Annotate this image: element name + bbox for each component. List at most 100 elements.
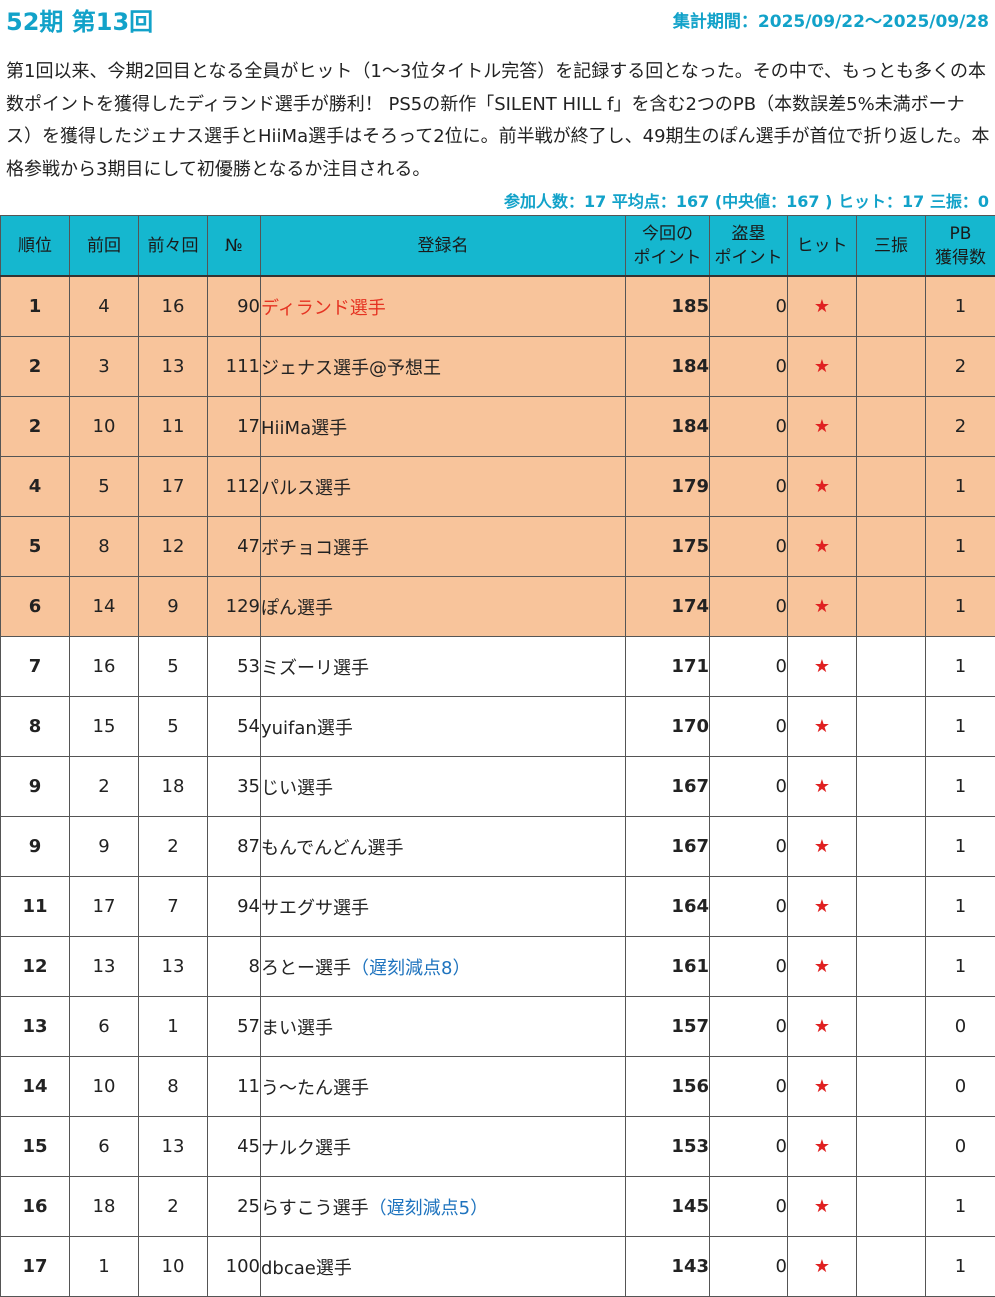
player-name-cell: HiiMa選手 [260,396,626,457]
points-cell: 174 [625,576,710,637]
prev-rank-cell: 14 [69,576,139,637]
entry-no-cell: 35 [207,756,261,817]
steal-points-cell: 0 [709,516,788,577]
player-name: ミズーリ選手 [261,657,370,679]
table-row: 14 10 8 11 う〜たん選手 156 0 ★ 0 [0,1056,995,1117]
entry-no-cell: 90 [207,275,261,337]
pb-count-cell: 2 [925,336,995,397]
player-name: パルス選手 [261,477,352,499]
table-row: 4 5 17 112 パルス選手 179 0 ★ 1 [0,456,995,517]
rank-cell: 9 [0,756,70,817]
steal-points-cell: 0 [709,816,788,877]
prev-rank-cell: 15 [69,696,139,757]
round-summary: 第1回以来、今期2回目となる全員がヒット（1〜3位タイトル完答）を記録する回とな… [6,61,990,180]
points-cell: 175 [625,516,710,577]
player-name-cell: dbcae選手 [260,1236,626,1297]
hit-star-icon: ★ [813,776,831,797]
entry-no-cell: 129 [207,576,261,637]
hit-star-icon: ★ [813,296,831,317]
rank-cell: 13 [0,996,70,1057]
prev-rank-cell: 8 [69,516,139,577]
col-steal-line1: 盗塁 [731,223,766,244]
points-cell: 145 [625,1176,710,1237]
steal-points-cell: 0 [709,696,788,757]
points-cell: 156 [625,1056,710,1117]
hit-cell: ★ [787,396,857,457]
steal-points-cell: 0 [709,756,788,817]
points-cell: 179 [625,456,710,517]
prev-rank-cell: 5 [69,456,139,517]
hit-star-icon: ★ [813,356,831,377]
strikeout-cell [856,576,926,637]
hit-cell: ★ [787,636,857,697]
table-row: 2 10 11 17 HiiMa選手 184 0 ★ 2 [0,396,995,457]
pb-count-cell: 1 [925,1236,995,1297]
hit-star-icon: ★ [813,656,831,677]
hit-star-icon: ★ [813,1256,831,1277]
player-name: ジェナス選手@予想王 [261,357,442,379]
entry-no-cell: 45 [207,1116,261,1177]
points-cell: 143 [625,1236,710,1297]
steal-points-cell: 0 [709,336,788,397]
prev2-rank-cell: 10 [138,1236,208,1297]
table-header-row: 順位 前回 前々回 № 登録名 今回の ポイント 盗塁 ポイント ヒット 三振 PB… [0,215,995,277]
steal-points-cell: 0 [709,1176,788,1237]
col-pb-line1: PB [949,223,972,244]
entry-no-cell: 94 [207,876,261,937]
pb-count-cell: 2 [925,396,995,457]
hit-cell: ★ [787,576,857,637]
hit-cell: ★ [787,876,857,937]
prev-rank-cell: 2 [69,756,139,817]
prev-rank-cell: 10 [69,1056,139,1117]
prev-rank-cell: 4 [69,275,139,337]
strikeout-cell [856,336,926,397]
strikeout-cell [856,1056,926,1117]
player-name: まい選手 [261,1017,334,1039]
pb-count-cell: 1 [925,576,995,637]
steal-points-cell: 0 [709,636,788,697]
rank-cell: 9 [0,816,70,877]
prev-rank-cell: 6 [69,996,139,1057]
col-points-line1: 今回の [642,223,693,244]
hit-star-icon: ★ [813,956,831,977]
entry-no-cell: 57 [207,996,261,1057]
player-name-cell: う〜たん選手 [260,1056,626,1117]
hit-cell: ★ [787,336,857,397]
points-cell: 157 [625,996,710,1057]
entry-no-cell: 47 [207,516,261,577]
strikeout-cell [856,936,926,997]
hit-star-icon: ★ [813,596,831,617]
steal-points-cell: 0 [709,1116,788,1177]
entry-no-cell: 100 [207,1236,261,1297]
table-row: 16 18 2 25 らすこう選手（遅刻減点5） 145 0 ★ 1 [0,1176,995,1237]
strikeout-cell [856,636,926,697]
steal-points-cell: 0 [709,576,788,637]
prev2-rank-cell: 2 [138,1176,208,1237]
player-name: もんでんどん選手 [261,837,404,859]
prev2-rank-cell: 13 [138,1116,208,1177]
hit-star-icon: ★ [813,1196,831,1217]
hit-cell: ★ [787,816,857,877]
player-name-cell: パルス選手 [260,456,626,517]
hit-cell: ★ [787,516,857,577]
rank-cell: 16 [0,1176,70,1237]
hit-cell: ★ [787,996,857,1057]
player-name-cell: らすこう選手（遅刻減点5） [260,1176,626,1237]
late-penalty-note: （遅刻減点5） [368,1197,489,1219]
hit-cell: ★ [787,275,857,337]
col-steal-line2: ポイント [714,247,783,268]
points-cell: 171 [625,636,710,697]
prev2-rank-cell: 5 [138,696,208,757]
aggregation-period: 集計期間：2025/09/22〜2025/09/28 [672,12,989,32]
strikeout-cell [856,996,926,1057]
player-name-cell: ミズーリ選手 [260,636,626,697]
steal-points-cell: 0 [709,396,788,457]
rank-cell: 4 [0,456,70,517]
player-name-cell: もんでんどん選手 [260,816,626,877]
prev-rank-cell: 6 [69,1116,139,1177]
player-name-cell: ディランド選手 [260,275,626,337]
table-row: 11 17 7 94 サエグサ選手 164 0 ★ 1 [0,876,995,937]
hit-cell: ★ [787,936,857,997]
player-name: サエグサ選手 [261,897,370,919]
hit-cell: ★ [787,696,857,757]
